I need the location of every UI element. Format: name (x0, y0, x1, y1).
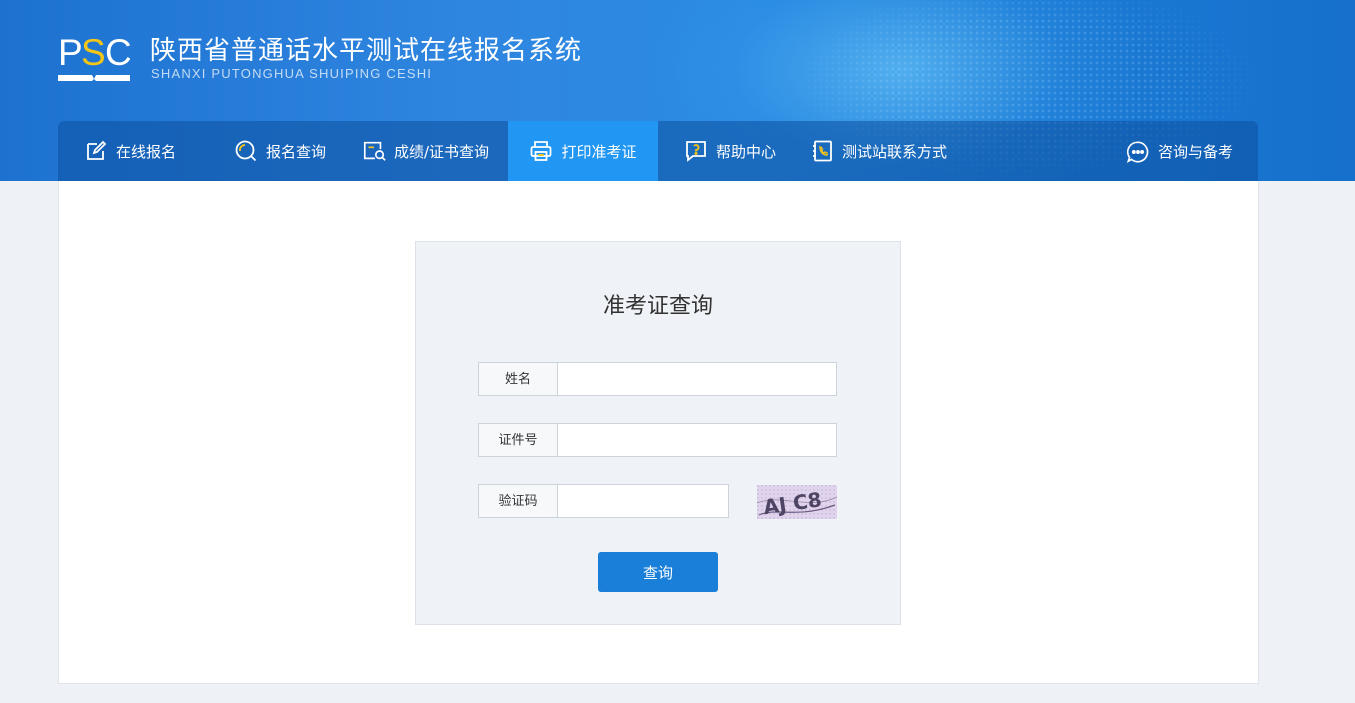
id-number-label: 证件号 (478, 423, 558, 457)
nav-label: 成绩/证书查询 (394, 142, 490, 161)
nav-item-test-station-contacts[interactable]: 测试站联系方式 (810, 121, 947, 181)
site-subtitle: SHANXI PUTONGHUA SHUIPING CESHI (151, 66, 433, 81)
id-number-input[interactable] (558, 423, 837, 457)
phone-book-icon (810, 139, 834, 163)
nav-label: 报名查询 (266, 142, 327, 161)
document-search-icon (362, 139, 386, 163)
captcha-input[interactable] (558, 484, 729, 518)
svg-text:P: P (58, 32, 83, 73)
nav-label: 在线报名 (116, 142, 177, 161)
main-nav: 在线报名 报名查询 成绩/证书查询 打印准考证 帮助中心 测试站联系方式 咨询与… (58, 121, 1258, 181)
nav-item-score-certificate-query[interactable]: 成绩/证书查询 (362, 121, 489, 181)
form-title: 准考证查询 (602, 294, 713, 319)
captcha-label: 验证码 (478, 484, 558, 518)
id-number-row: 证件号 (478, 423, 837, 457)
nav-item-help-center[interactable]: 帮助中心 (684, 121, 776, 181)
printer-icon (529, 139, 553, 163)
site-title: 陕西省普通话水平测试在线报名系统 (150, 36, 583, 66)
chat-icon (1126, 139, 1150, 164)
name-row: 姓名 (478, 362, 837, 396)
site-header: P S C 陕西省普通话水平测试在线报名系统 SHANXI PUTONGHUA … (0, 0, 1355, 181)
nav-label: 帮助中心 (716, 142, 777, 161)
help-icon (684, 139, 708, 163)
admission-ticket-query-panel: 准考证查询 姓名 证件号 验证码 AJ C8 查询 (415, 241, 901, 625)
nav-label: 测试站联系方式 (842, 142, 948, 161)
svg-text:S: S (81, 32, 106, 73)
query-button[interactable]: 查询 (598, 552, 718, 592)
name-input[interactable] (558, 362, 837, 396)
nav-item-registration-query[interactable]: 报名查询 (234, 121, 326, 181)
nav-label: 咨询与备考 (1158, 142, 1234, 161)
nav-label: 打印准考证 (561, 142, 637, 161)
svg-text:C: C (105, 32, 130, 73)
search-circle-icon (234, 139, 258, 163)
nav-item-print-admission-ticket[interactable]: 打印准考证 (508, 121, 658, 181)
captcha-image[interactable]: AJ C8 (757, 485, 837, 519)
nav-item-consult-and-prepare[interactable]: 咨询与备考 (1126, 121, 1233, 181)
captcha-row: 验证码 (478, 484, 729, 518)
name-label: 姓名 (478, 362, 558, 396)
edit-icon (84, 139, 108, 163)
nav-item-online-registration[interactable]: 在线报名 (84, 121, 176, 181)
psc-logo: P S C (58, 32, 130, 81)
